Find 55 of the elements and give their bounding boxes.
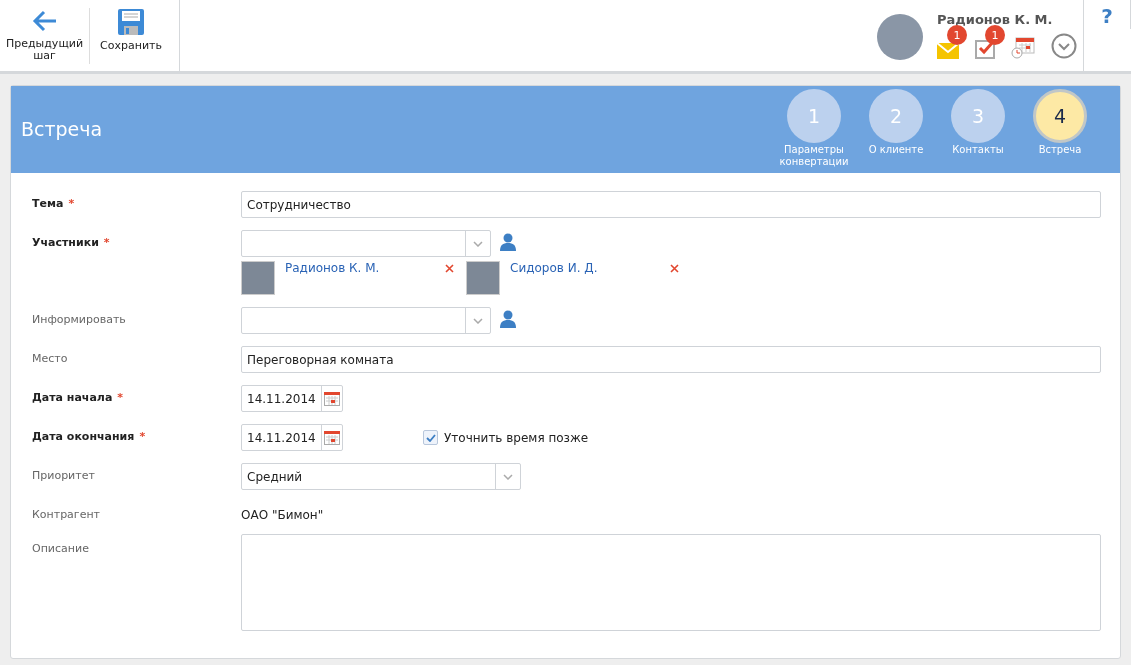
field-label: Участники — [32, 236, 99, 249]
back-arrow-icon — [31, 8, 58, 33]
remove-icon[interactable] — [445, 264, 454, 273]
required-mark: * — [103, 236, 110, 249]
date-field[interactable]: 14.11.2014 — [241, 424, 343, 451]
field-label: Дата окончания — [32, 430, 135, 443]
field-label: Место — [32, 352, 68, 365]
notification-count: 1 — [947, 25, 967, 45]
checkbox[interactable] — [423, 430, 438, 445]
chevron-down-icon — [503, 473, 513, 480]
required-mark: * — [68, 197, 75, 210]
calendar-icon — [323, 430, 340, 445]
required-mark: * — [117, 391, 124, 404]
checkbox-label: Уточнить время позже — [444, 430, 589, 445]
date-field[interactable]: 14.11.2014 — [241, 385, 343, 412]
field-label: Дата начала — [32, 391, 113, 404]
calendar-icon — [323, 391, 340, 406]
lookup-field[interactable] — [241, 230, 491, 257]
toolbar-button[interactable]: Сохранить — [90, 2, 172, 69]
text-field[interactable]: Переговорная комната — [241, 346, 1101, 373]
person-link[interactable]: Сидоров И. Д. — [510, 261, 670, 275]
step-circle[interactable]: 4 — [1033, 89, 1087, 143]
task-check-icon[interactable] — [975, 39, 995, 59]
page-title: Встреча — [21, 118, 104, 140]
envelope-icon[interactable] — [937, 43, 959, 59]
user-name: Радионов К. М. — [937, 12, 1054, 27]
chevron-down-icon — [473, 317, 483, 324]
step-label: О клиенте — [867, 144, 925, 156]
person-photo — [241, 261, 275, 295]
dropdown[interactable]: Средний — [241, 463, 521, 490]
toolbar-button[interactable]: Предыдущий шаг — [0, 2, 89, 69]
help-button[interactable]: ? — [1084, 0, 1131, 29]
step-label: Встреча — [1037, 144, 1083, 156]
calendar-clock-icon[interactable] — [1011, 37, 1035, 59]
lookup-field[interactable] — [241, 307, 491, 334]
field-label: Информировать — [32, 313, 126, 326]
required-mark: * — [139, 430, 146, 443]
field-label: Тема — [32, 197, 64, 210]
step-label: Контакты — [951, 144, 1005, 156]
field-label: Приоритет — [32, 469, 95, 482]
person-icon[interactable] — [500, 309, 516, 328]
text-field[interactable]: Сотрудничество — [241, 191, 1101, 218]
step-label: Параметры конвертации — [778, 144, 850, 168]
person-icon[interactable] — [500, 232, 516, 251]
chevron-down-circle-icon[interactable] — [1051, 33, 1077, 59]
chevron-down-icon — [473, 240, 483, 247]
save-icon — [118, 8, 144, 35]
field-label: Описание — [32, 542, 89, 555]
field-label: Контрагент — [32, 508, 100, 521]
remove-icon[interactable] — [670, 264, 679, 273]
person-link[interactable]: Радионов К. М. — [285, 261, 445, 275]
notification-count: 1 — [985, 25, 1005, 45]
user-avatar-photo — [877, 13, 923, 60]
person-photo — [466, 261, 500, 295]
field-value: ОАО "Бимон" — [241, 507, 325, 522]
